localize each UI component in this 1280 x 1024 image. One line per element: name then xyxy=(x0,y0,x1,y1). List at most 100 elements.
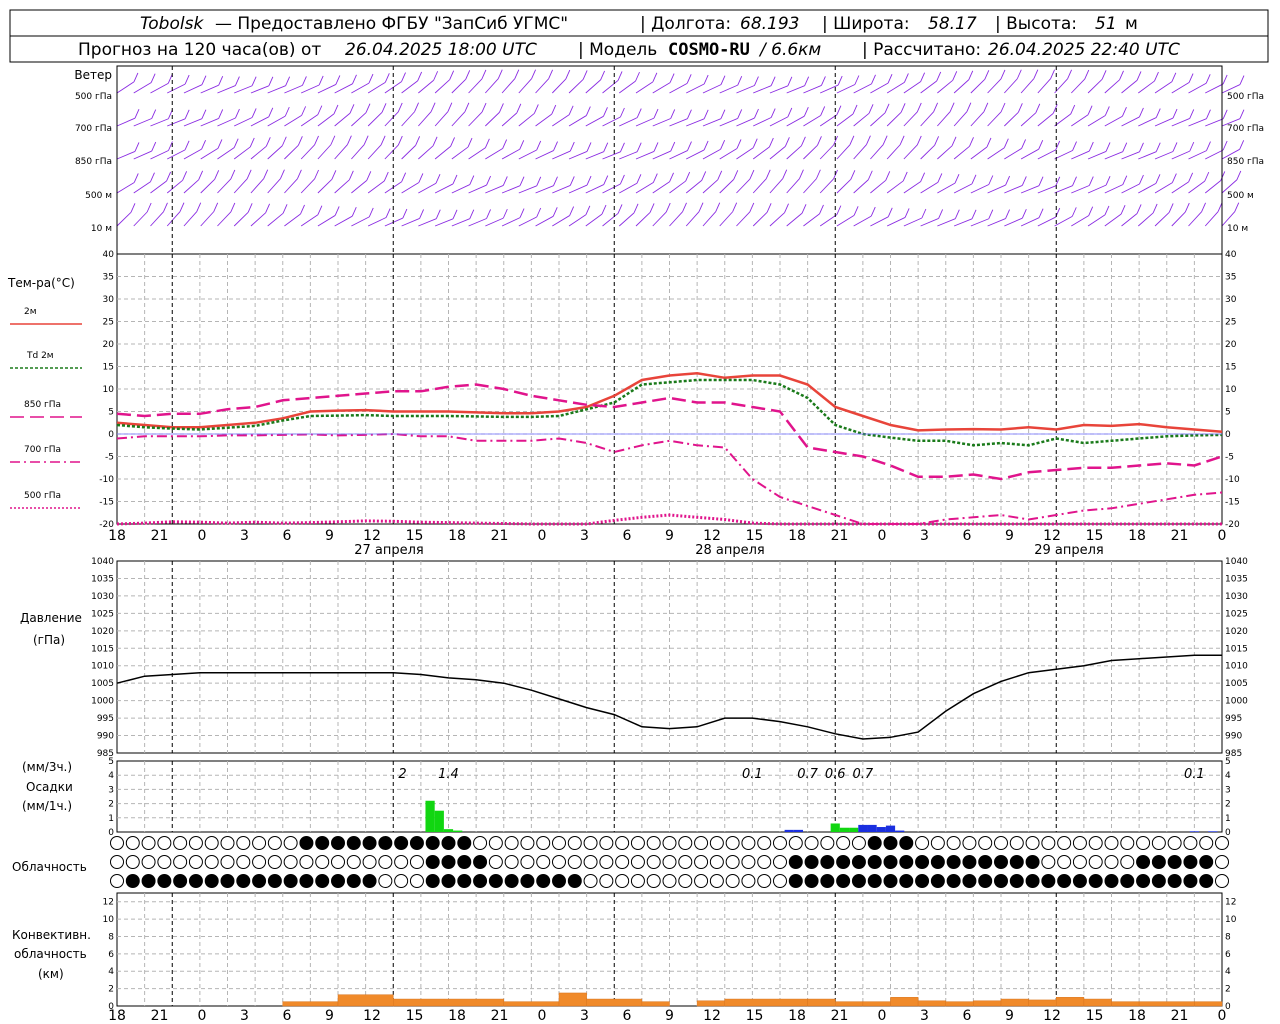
wind-barb-feather xyxy=(1171,72,1177,82)
temp-label-right: -20 xyxy=(1225,520,1240,530)
conv-bar xyxy=(393,998,504,1007)
cloud-symbol xyxy=(646,836,661,850)
wind-barb-feather xyxy=(586,142,592,152)
time-tick-label: 3 xyxy=(920,528,929,544)
wind-barb-shaft xyxy=(853,83,872,94)
wind-barb-feather xyxy=(1222,74,1228,85)
wind-barb-feather xyxy=(1122,142,1128,152)
cloud-symbol xyxy=(504,874,519,888)
cloud-symbol xyxy=(204,855,219,869)
wind-barb-feather xyxy=(331,170,337,180)
wind-barb-feather xyxy=(533,104,539,114)
wind-barb-feather xyxy=(966,102,972,112)
cloud-symbol xyxy=(615,855,630,869)
precip-amount-label: 0.1 xyxy=(1184,767,1205,782)
cloud-symbol xyxy=(804,874,819,888)
wind-barb-feather xyxy=(951,136,957,146)
cloud-symbol xyxy=(1072,855,1087,869)
wind-barb-feather xyxy=(381,103,387,113)
cloud-symbol xyxy=(536,874,551,888)
temp-label: -15 xyxy=(99,498,114,508)
wind-barb-shaft xyxy=(552,114,570,127)
wind-barb-feather xyxy=(1038,176,1044,186)
wind-barb-shaft xyxy=(1104,151,1123,160)
wind-barb-shaft xyxy=(953,79,970,94)
wind-barb-feather xyxy=(449,70,455,80)
wind-barb-feather xyxy=(1139,174,1144,185)
wind-barb-shaft xyxy=(970,218,989,227)
precip-bar xyxy=(876,827,886,832)
wind-barb-shaft xyxy=(317,84,337,94)
cloud-symbol xyxy=(1009,855,1024,869)
cloud-symbol xyxy=(1072,874,1087,888)
time-tick-label-bottom: 3 xyxy=(920,1008,929,1024)
wind-barb-feather xyxy=(1072,176,1077,186)
wind-barb-shaft xyxy=(1020,217,1040,227)
cloud-symbol xyxy=(346,874,361,888)
wind-barb-shaft xyxy=(133,211,148,227)
pressure-label-right: 1010 xyxy=(1225,662,1248,672)
cloud-symbol xyxy=(220,874,235,888)
wind-barb-feather xyxy=(514,69,520,79)
wind-barb-shaft xyxy=(1037,113,1054,127)
wind-barb-feather xyxy=(516,103,522,114)
wind-barb-shaft xyxy=(870,144,884,160)
pressure-title: Давление xyxy=(20,611,82,625)
wind-barb-feather xyxy=(201,139,206,150)
wind-barb-feather xyxy=(230,202,236,213)
wind-barb-shaft xyxy=(535,78,549,94)
wind-barb-shaft xyxy=(166,179,183,194)
wind-barb-shaft xyxy=(150,118,169,127)
wind-barb-shaft xyxy=(116,81,135,94)
wind-barb-shaft xyxy=(535,113,553,127)
cloud-symbol xyxy=(520,874,535,888)
wind-barb-shaft xyxy=(267,212,284,227)
wind-barb-shaft xyxy=(200,211,215,227)
cloud-symbol xyxy=(457,874,472,888)
cloud-symbol xyxy=(1057,855,1072,869)
wind-barb-shaft xyxy=(150,83,169,94)
wind-barb-shaft xyxy=(334,144,348,160)
wind-barb-feather xyxy=(246,169,252,179)
wind-barb-shaft xyxy=(501,185,521,194)
wind-barb-shaft xyxy=(803,145,818,160)
conv-bar xyxy=(1083,998,1112,1007)
wind-barb-shaft xyxy=(217,147,235,160)
cloud-symbol xyxy=(662,855,677,869)
wind-barb-shaft xyxy=(736,211,751,227)
wind-barb-shaft xyxy=(987,78,1002,94)
pressure-label: 1020 xyxy=(91,627,114,637)
wind-barb-feather xyxy=(383,171,389,182)
pressure-label: 1035 xyxy=(91,574,114,584)
wind-barb-shaft xyxy=(635,212,651,227)
wind-barb-shaft xyxy=(920,217,939,227)
wind-barb-feather xyxy=(850,170,856,180)
wind-barb-shaft xyxy=(133,150,152,160)
wind-barb-feather xyxy=(569,206,575,216)
wind-barb-shaft xyxy=(267,115,286,127)
temp-label-right: 5 xyxy=(1225,408,1231,418)
cloud-symbol xyxy=(757,836,772,850)
wind-barb-shaft xyxy=(401,111,415,127)
wind-barb-shaft xyxy=(937,218,956,227)
wind-barb-feather xyxy=(247,203,253,213)
time-tick-label-bottom: 15 xyxy=(1086,1008,1104,1024)
pressure-label-right: 990 xyxy=(1225,732,1242,742)
lon-label: | Долгота: xyxy=(640,14,731,34)
wind-barb-feather xyxy=(536,207,542,218)
wind-barb-shaft xyxy=(300,84,320,94)
wind-barb-feather xyxy=(720,75,726,85)
wind-barb-feather xyxy=(167,74,173,84)
cloud-symbol xyxy=(1199,874,1214,888)
wind-barb-shaft xyxy=(501,217,521,227)
time-tick-label-bottom: 0 xyxy=(878,1008,887,1024)
cloud-symbol xyxy=(125,855,140,869)
conv-bar xyxy=(337,994,394,1007)
time-tick-label-bottom: 21 xyxy=(831,1008,849,1024)
wind-barb-shaft xyxy=(719,118,738,127)
wind-barb-feather xyxy=(954,209,960,219)
cloud-symbol xyxy=(394,855,409,869)
time-tick-label: 12 xyxy=(1043,528,1061,544)
wind-barb-feather xyxy=(821,76,826,86)
wind-barb-shaft xyxy=(501,78,516,94)
